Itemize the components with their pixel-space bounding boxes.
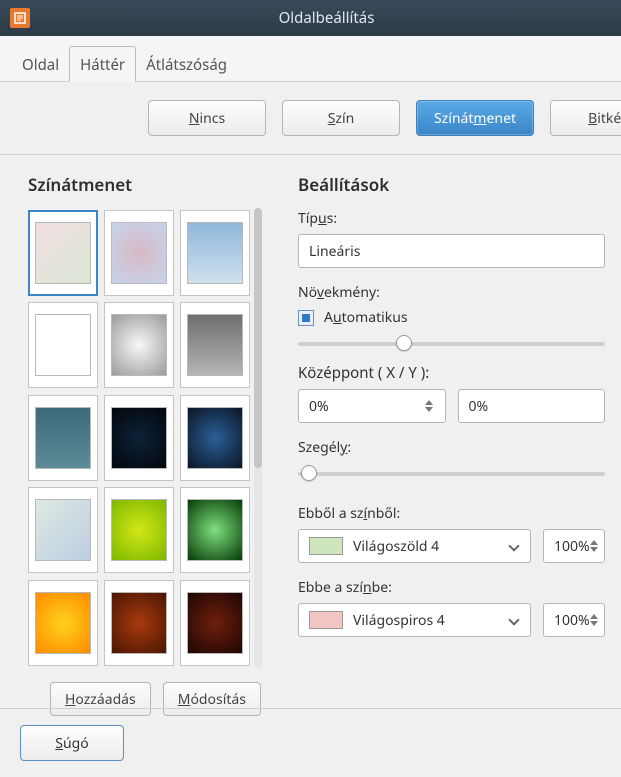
checkbox-icon	[298, 310, 314, 326]
gradient-swatch[interactable]	[28, 580, 98, 666]
center-y-input[interactable]: 0%	[458, 389, 606, 423]
from-color-label: Ebből a színből:	[298, 503, 605, 523]
tab-transparency[interactable]: Átlátszóság	[136, 47, 237, 81]
from-color-select[interactable]: Világoszöld 4	[298, 529, 531, 563]
tab-bar: Oldal Háttér Átlátszóság	[0, 36, 621, 82]
dialog-footer: Súgó	[0, 708, 621, 777]
fill-bitmap-button[interactable]: Bitkép	[550, 100, 621, 136]
chevron-down-icon	[508, 614, 519, 625]
border-slider[interactable]	[298, 463, 605, 483]
gradient-section-title: Színátmenet	[28, 173, 280, 196]
fill-type-bar: Nincs Szín Színátmenet Bitkép	[0, 82, 621, 155]
to-percent-input[interactable]: 100%	[543, 603, 605, 637]
window-title: Oldalbeállítás	[42, 8, 611, 28]
gradient-swatch[interactable]	[180, 210, 250, 296]
automatic-checkbox[interactable]: Automatikus	[298, 308, 605, 327]
gradient-scrollbar[interactable]	[254, 208, 262, 668]
increment-label: Növekmény:	[298, 282, 605, 302]
center-x-input[interactable]: 0%	[298, 389, 446, 423]
gradient-swatch[interactable]	[104, 487, 174, 573]
fill-none-button[interactable]: Nincs	[148, 100, 266, 136]
to-color-select[interactable]: Világospiros 4	[298, 603, 531, 637]
gradient-swatch[interactable]	[104, 395, 174, 481]
increment-slider[interactable]	[298, 333, 605, 353]
tab-background[interactable]: Háttér	[69, 46, 136, 82]
gradient-swatch[interactable]	[180, 302, 250, 388]
type-value: Lineáris	[309, 242, 360, 261]
spinner-arrows[interactable]	[425, 400, 435, 412]
gradient-swatch[interactable]	[28, 302, 98, 388]
fill-gradient-button[interactable]: Színátmenet	[416, 100, 534, 136]
gradient-swatch[interactable]	[28, 395, 98, 481]
border-label: Szegély:	[298, 437, 605, 457]
from-percent-input[interactable]: 100%	[543, 529, 605, 563]
gradient-swatch[interactable]	[104, 580, 174, 666]
automatic-label: Automatikus	[324, 308, 408, 327]
fill-color-button[interactable]: Szín	[282, 100, 400, 136]
titlebar: Oldalbeállítás	[0, 0, 621, 36]
gradient-swatch[interactable]	[180, 487, 250, 573]
help-button[interactable]: Súgó	[20, 725, 124, 761]
gradient-swatch[interactable]	[180, 395, 250, 481]
tab-page[interactable]: Oldal	[12, 47, 69, 81]
settings-section-title: Beállítások	[298, 173, 605, 196]
type-select[interactable]: Lineáris	[298, 234, 605, 268]
app-icon	[10, 8, 30, 28]
to-color-label: Ebbe a színbe:	[298, 577, 605, 597]
gradient-grid	[28, 208, 250, 668]
gradient-swatch[interactable]	[180, 580, 250, 666]
chevron-down-icon	[508, 540, 519, 551]
gradient-swatch[interactable]	[104, 210, 174, 296]
gradient-swatch[interactable]	[28, 487, 98, 573]
center-label: Középpont ( X / Y ):	[298, 363, 605, 383]
gradient-swatch[interactable]	[104, 302, 174, 388]
type-label: Típus:	[298, 208, 605, 228]
gradient-swatch[interactable]	[28, 210, 98, 296]
